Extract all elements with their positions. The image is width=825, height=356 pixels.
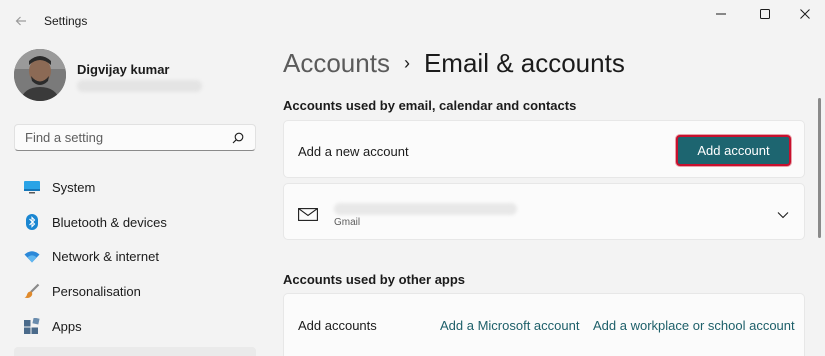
chevron-down-icon[interactable] [777, 206, 789, 224]
monitor-icon [24, 179, 40, 195]
user-name: Digvijay kumar [77, 62, 170, 77]
close-button[interactable] [785, 0, 825, 28]
add-microsoft-account-link[interactable]: Add a Microsoft account [440, 318, 579, 333]
minimize-icon [716, 13, 726, 15]
add-work-account-link[interactable]: Add a workplace or school account [593, 318, 795, 333]
other-apps-card: Add accounts Add a Microsoft account Add… [283, 293, 805, 356]
search-icon[interactable] [231, 131, 245, 145]
mail-icon [298, 208, 318, 226]
account-email-redacted [334, 203, 517, 215]
search-input[interactable] [25, 130, 231, 145]
sidebar-item-network[interactable]: Network & internet [14, 240, 256, 272]
minimize-button[interactable] [701, 0, 741, 28]
arrow-left-icon [15, 16, 26, 26]
add-accounts-label: Add accounts [298, 318, 377, 333]
add-account-button[interactable]: Add account [676, 135, 791, 166]
user-photo-icon [14, 49, 66, 101]
back-button[interactable] [8, 8, 34, 34]
sidebar-item-personalisation[interactable]: Personalisation [14, 275, 256, 307]
scrollbar[interactable] [818, 98, 821, 238]
user-email-redacted [77, 80, 202, 92]
breadcrumb-parent[interactable]: Accounts [283, 48, 390, 79]
brush-icon [24, 283, 40, 299]
account-type: Gmail [334, 217, 361, 228]
page-title: Email & accounts [423, 48, 625, 78]
close-icon [800, 9, 810, 19]
apps-icon [24, 318, 40, 334]
gmail-account-card[interactable]: Gmail [283, 183, 805, 240]
sidebar-item-apps[interactable]: Apps [14, 310, 256, 342]
app-title: Settings [44, 14, 88, 28]
search-box[interactable] [14, 124, 256, 151]
sidebar-item-bluetooth[interactable]: Bluetooth & devices [14, 206, 256, 238]
wifi-icon [24, 248, 40, 264]
maximize-button[interactable] [745, 0, 785, 28]
maximize-icon [760, 9, 770, 19]
section-title-other-apps: Accounts used by other apps [283, 272, 466, 287]
sidebar-item-label: Network & internet [52, 248, 159, 264]
sidebar-item-system[interactable]: System [14, 171, 256, 203]
chevron-right-icon: › [403, 53, 410, 73]
add-new-account-label: Add a new account [298, 144, 409, 159]
sidebar-item-label: Bluetooth & devices [52, 214, 167, 230]
title-bar: Settings [0, 0, 825, 42]
sidebar-item-label: System [52, 179, 96, 195]
section-title-email: Accounts used by email, calendar and con… [283, 98, 577, 113]
sidebar-item-accounts[interactable] [14, 347, 256, 356]
breadcrumb: Accounts › Email & accounts [283, 48, 625, 79]
sidebar-item-label: Personalisation [52, 283, 141, 299]
avatar[interactable] [14, 49, 66, 101]
sidebar-item-label: Apps [52, 318, 82, 334]
bluetooth-icon [24, 214, 40, 230]
